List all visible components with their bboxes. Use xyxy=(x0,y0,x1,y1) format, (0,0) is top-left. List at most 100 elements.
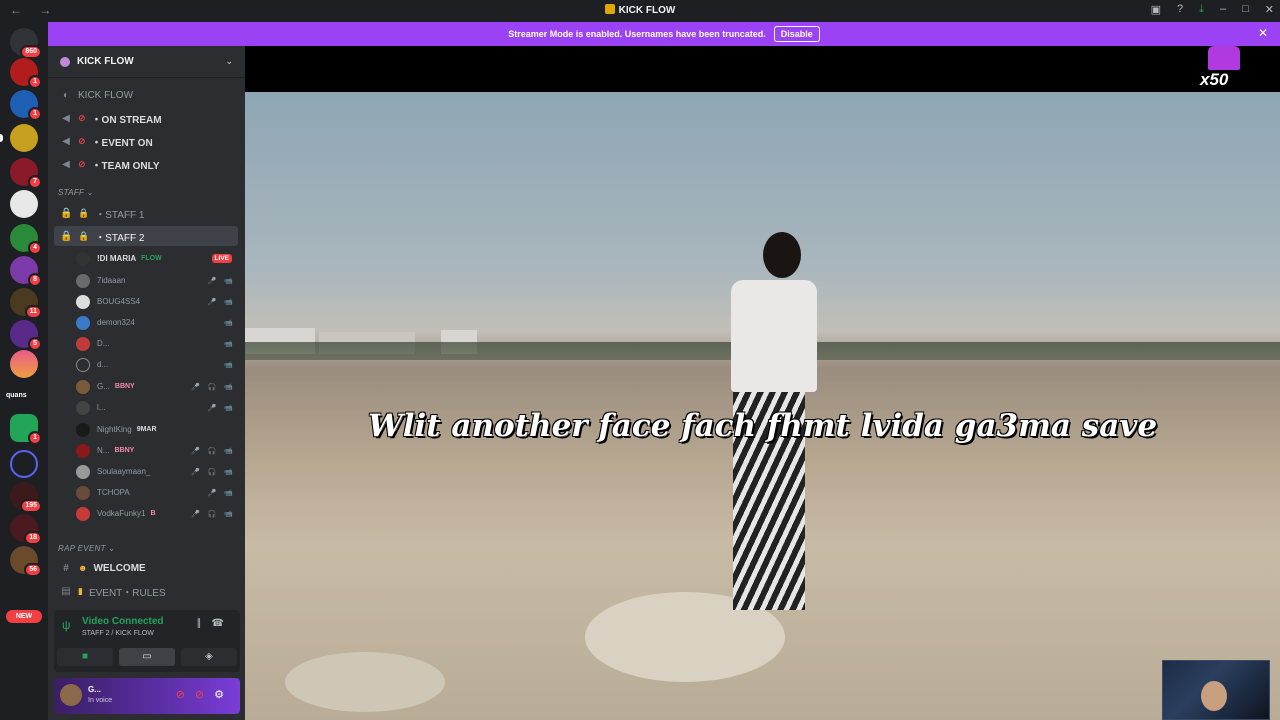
server-badge: 1 xyxy=(28,75,42,89)
flask-icon[interactable]: 1 xyxy=(10,414,42,445)
download-icon[interactable]: ⤓ xyxy=(1199,3,1204,16)
no-entry-icon: ⊘ xyxy=(78,112,86,123)
server-dm-icon[interactable]: 860 xyxy=(10,28,42,59)
server-icon[interactable]: 5 xyxy=(10,320,42,351)
voice-user[interactable]: 7idaaan 🎤 📹 xyxy=(76,271,236,290)
server-badge: 195 xyxy=(20,499,42,513)
window-title-text: KICK FLOW xyxy=(618,5,676,16)
maximize-icon[interactable]: □ xyxy=(1242,3,1249,16)
voice-icon: ◐ xyxy=(62,89,70,101)
avatar[interactable] xyxy=(60,684,82,706)
voice-user[interactable]: BOUG4SS4 🎤 📹 xyxy=(76,292,236,311)
guild-header[interactable]: KICK FLOW ⌄ xyxy=(48,46,245,78)
channel-label: ・STAFF 1 xyxy=(95,209,145,221)
voice-controls: ∥☎ xyxy=(197,618,234,629)
user-tag: BBNY xyxy=(114,447,135,454)
avatar xyxy=(76,506,90,521)
streamer-mode-banner: Streamer Mode is enabled. Usernames have… xyxy=(48,22,1280,46)
channel-event-on[interactable]: ◀ ⊘ ・EVENT ON xyxy=(54,131,238,151)
voice-user[interactable]: l... 🎤 📹 xyxy=(76,398,236,417)
signal-icon[interactable]: ψ xyxy=(62,618,71,632)
mascot-icon xyxy=(1208,46,1240,70)
voice-status-icons: 🎤 📹 xyxy=(207,404,236,412)
memo-emoji-icon: ▮ xyxy=(78,585,83,596)
voice-user[interactable]: d... 📹 xyxy=(76,355,236,374)
minimize-icon[interactable]: – xyxy=(1220,3,1226,16)
server-icon[interactable] xyxy=(10,350,38,378)
inbox-icon[interactable]: ▣ xyxy=(1151,3,1161,16)
rock-mound xyxy=(285,652,445,712)
server-icon[interactable]: 4 xyxy=(10,224,42,255)
server-icon[interactable]: 11 xyxy=(10,288,42,319)
stream-stage[interactable]: x50 Wlit another face fach fhmt lvida ga… xyxy=(245,46,1280,720)
new-badge[interactable]: NEW xyxy=(6,610,42,623)
channel-welcome[interactable]: # ☻ WELCOME xyxy=(54,558,238,578)
channel-label: WELCOME xyxy=(93,562,146,574)
server-icon[interactable]: 1 xyxy=(10,58,42,89)
no-entry-icon: ⊘ xyxy=(78,135,86,146)
channel-label: EVENT・RULES xyxy=(88,587,166,599)
screen-share-button[interactable]: ▭ xyxy=(119,648,175,666)
lock-icon: 🔒 xyxy=(60,230,73,242)
server-icon[interactable]: 18 xyxy=(10,514,42,545)
channel-label: ・ON STREAM xyxy=(91,114,162,126)
channel-staff-1[interactable]: 🔒 🔒 ・STAFF 1 xyxy=(54,203,238,223)
category-staff[interactable]: STAFF ⌄ xyxy=(58,188,94,197)
app-icon xyxy=(604,4,615,14)
server-icon[interactable]: 7 xyxy=(10,158,42,189)
user-name: G... xyxy=(88,685,101,694)
user-tag: FLOW xyxy=(141,255,162,262)
voice-user[interactable]: demon324 📹 xyxy=(76,313,236,332)
server-kickflow-icon[interactable] xyxy=(0,124,38,152)
voice-status-icons: 🎤 📹 xyxy=(207,489,236,497)
folder-icon[interactable] xyxy=(10,450,38,478)
voice-user[interactable]: N... BBNY 🎤 🎧 📹 xyxy=(76,441,236,460)
close-icon[interactable]: ✕ xyxy=(1258,26,1268,40)
voice-status-icons: 🎤 🎧 📹 xyxy=(190,447,236,455)
avatar xyxy=(76,400,90,415)
stream-video[interactable]: Wlit another face fach fhmt lvida ga3ma … xyxy=(245,92,1280,720)
voice-user[interactable]: TCHOPA 🎤 📹 xyxy=(76,483,236,502)
voice-user-name: Soulaaymaan_ xyxy=(97,467,151,476)
server-icon[interactable]: 195 xyxy=(10,482,42,513)
rules-icon: ▤ xyxy=(61,585,71,597)
voice-user[interactable]: G... BBNY 🎤 🎧 📹 xyxy=(76,377,236,396)
deafen-icon[interactable]: ⊘ xyxy=(195,689,214,701)
channel-kick-flow[interactable]: ◐ KICK FLOW xyxy=(54,85,238,105)
mute-icon[interactable]: ⊘ xyxy=(176,689,195,701)
server-text-label[interactable]: quans xyxy=(6,392,27,399)
disable-button[interactable]: Disable xyxy=(773,26,820,42)
voice-buttons: ■ ▭ ◈ xyxy=(54,648,240,666)
noise-suppression-icon[interactable]: ∥ xyxy=(197,618,212,629)
help-icon[interactable]: ? xyxy=(1177,3,1183,16)
server-icon[interactable]: 8 xyxy=(10,256,42,287)
voice-status-icons: 📹 xyxy=(224,319,236,327)
voice-user[interactable]: VodkaFunky1 B 🎤 🎧 📹 xyxy=(76,504,236,523)
activity-button[interactable]: ◈ xyxy=(181,648,237,666)
chevron-down-icon[interactable]: ⌄ xyxy=(225,56,233,67)
server-badge: 56 xyxy=(24,563,42,577)
voice-user[interactable]: D... 📹 xyxy=(76,334,236,353)
user-tag: BBNY xyxy=(114,383,135,390)
webcam-face xyxy=(1201,681,1227,711)
avatar xyxy=(76,357,90,372)
voice-user[interactable]: NightKing 9MAR xyxy=(76,420,236,439)
avatar xyxy=(76,315,90,330)
category-rap-event[interactable]: RAP EVENT ⌄ xyxy=(58,544,115,553)
channel-staff-2[interactable]: 🔒 🔒 ・STAFF 2 xyxy=(54,226,238,246)
channel-event-rules[interactable]: ▤ ▮ EVENT・RULES xyxy=(54,581,238,601)
server-icon[interactable]: 56 xyxy=(10,546,42,577)
avatar xyxy=(76,273,90,288)
server-icon[interactable] xyxy=(10,190,38,218)
gear-icon[interactable]: ⚙ xyxy=(214,689,234,701)
avatar xyxy=(76,464,90,479)
voice-user[interactable]: Soulaaymaan_ 🎤 🎧 📹 xyxy=(76,462,236,481)
voice-status[interactable]: Video Connected xyxy=(82,616,164,627)
voice-user[interactable]: !DI MARIA FLOW LIVE xyxy=(76,249,236,268)
disconnect-icon[interactable]: ☎ xyxy=(212,618,234,629)
channel-on-stream[interactable]: ◀ ⊘ ・ON STREAM xyxy=(54,108,238,128)
channel-team-only[interactable]: ◀ ⊘ ・TEAM ONLY xyxy=(54,154,238,174)
server-icon[interactable]: 1 xyxy=(10,90,42,121)
close-window-icon[interactable]: ✕ xyxy=(1265,3,1274,16)
camera-button[interactable]: ■ xyxy=(57,648,113,666)
